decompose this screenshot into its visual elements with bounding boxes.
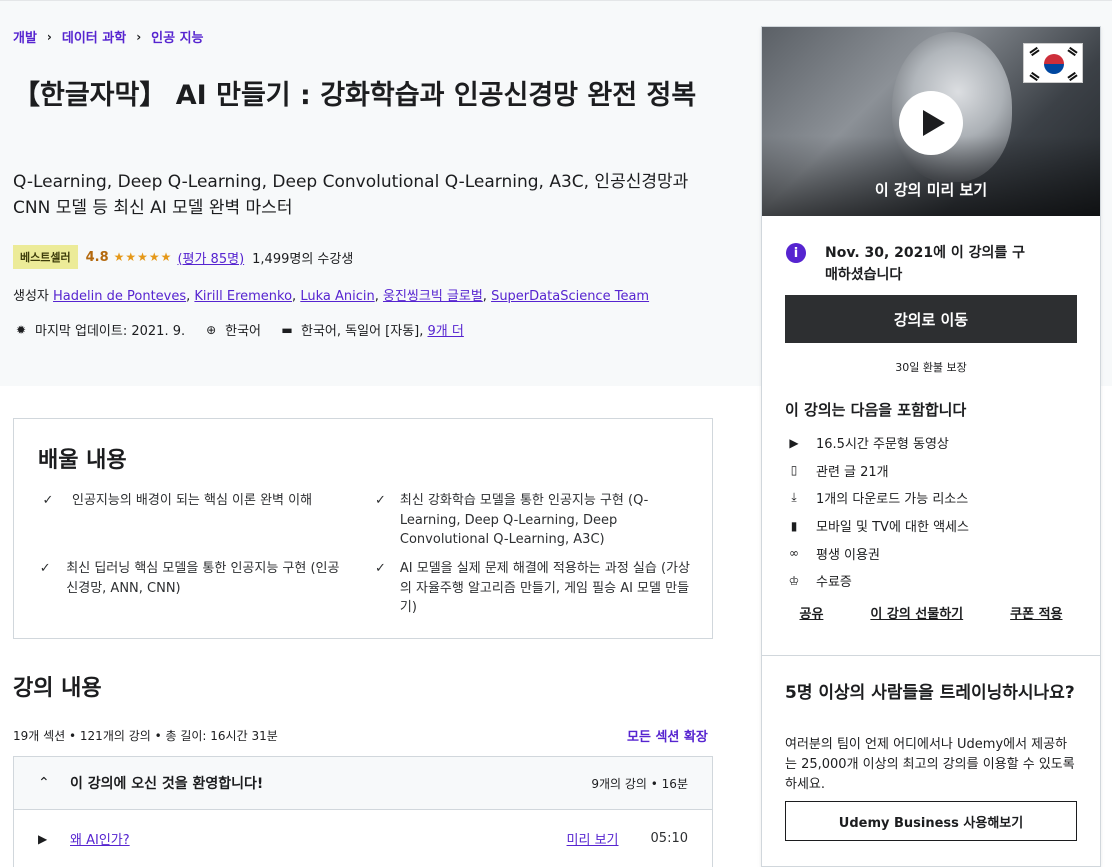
- course-subtitle: Q-Learning, Deep Q-Learning, Deep Convol…: [13, 172, 689, 218]
- download-icon: ⤓: [791, 490, 797, 505]
- course-content-stats: 19개 섹션 • 121개의 강의 • 총 길이: 16시간 31분: [13, 729, 278, 743]
- learn-item: ✓ 최신 강화학습 모델을 통한 인공지능 구현 (Q-Learning, Dee…: [375, 491, 690, 550]
- course-language: 한국어: [225, 324, 262, 339]
- created-by-label: 생성자: [13, 289, 49, 304]
- share-button[interactable]: 공유: [799, 603, 823, 622]
- includes-item: ∞ 평생 이용권: [785, 539, 969, 567]
- includes-list: ▶ 16.5시간 주문형 동영상 ▯ 관련 글 21개 ⤓ 1개의 다운로드 가능 리…: [785, 429, 969, 595]
- business-title: 5명 이상의 사람들을 트레이닝하시나요?: [785, 683, 1075, 703]
- chevron-up-icon: ⌃: [38, 775, 50, 791]
- learn-item: ✓ 인공지능의 배경이 되는 핵심 이론 완벽 이해: [38, 491, 343, 511]
- business-text: 여러분의 팀이 언제 어디에서나 Udemy에서 제공하는 25,000개 이상…: [785, 737, 1075, 792]
- info-icon: i: [786, 243, 806, 263]
- caption-languages: 한국어, 독일어 [자동],: [301, 324, 424, 339]
- check-icon: ✓: [39, 561, 51, 576]
- check-icon: ✓: [375, 561, 386, 576]
- course-preview[interactable]: 이 강의 미리 보기: [762, 27, 1100, 216]
- expand-all-sections-button[interactable]: 모든 섹션 확장: [627, 726, 708, 745]
- gift-course-button[interactable]: 이 강의 선물하기: [870, 603, 963, 622]
- go-to-course-button[interactable]: 강의로 이동: [785, 295, 1077, 343]
- instructor-list: 생성자 Hadelin de Ponteves, Kirill Eremenko…: [13, 289, 650, 304]
- play-icon[interactable]: [899, 91, 963, 155]
- breadcrumb-item-ai[interactable]: 인공 지능: [151, 27, 203, 46]
- try-business-button[interactable]: Udemy Business 사용해보기: [785, 801, 1077, 841]
- what-you-learn: 배울 내용 ✓ 인공지능의 배경이 되는 핵심 이론 완벽 이해 ✓ 최신 강화학습…: [13, 418, 713, 639]
- apply-coupon-button[interactable]: 쿠폰 적용: [1010, 603, 1062, 622]
- purchase-sidebar: 이 강의 미리 보기 i Nov. 30, 2021에 이 강의를 구매하셨습니…: [761, 26, 1101, 867]
- check-icon: ✓: [42, 493, 54, 508]
- mobile-icon: ▮: [790, 518, 798, 533]
- instructor-link[interactable]: Kirill Eremenko: [194, 289, 292, 304]
- includes-item: ▶ 16.5시간 주문형 동영상: [785, 429, 969, 457]
- bestseller-badge: 베스트셀러: [13, 245, 78, 269]
- student-count: 1,499명의 수강생: [252, 251, 354, 267]
- star-rating-icon: ★★★★★: [113, 250, 173, 264]
- globe-icon: ⊕: [206, 322, 217, 337]
- learn-title: 배울 내용: [38, 448, 127, 473]
- lecture-duration: 05:10: [650, 831, 688, 846]
- breadcrumb-item-dev[interactable]: 개발: [13, 27, 37, 46]
- last-updated: 마지막 업데이트: 2021. 9.: [35, 324, 186, 339]
- refund-guarantee: 30일 환불 보장: [895, 361, 967, 374]
- instructor-link[interactable]: 웅진씽크빅 글로벌: [383, 289, 483, 304]
- purchase-date-text: Nov. 30, 2021에 이 강의를 구매하셨습니다: [825, 245, 1026, 283]
- includes-item: ♔ 수료증: [785, 567, 969, 595]
- learn-item: ✓ 최신 딥러닝 핵심 모델을 통한 인공지능 구현 (인공신경망, ANN, C…: [38, 559, 343, 598]
- lecture-row: ▶ 왜 AI인가? 미리 보기 05:10: [13, 810, 713, 867]
- learn-item: ✓ AI 모델을 실제 문제 해결에 적용하는 과정 실습 (가상의 자율주행 알…: [375, 559, 690, 618]
- chevron-right-icon: ›: [136, 29, 142, 44]
- sidebar-actions: 공유 이 강의 선물하기 쿠폰 적용: [762, 603, 1100, 622]
- instructor-link[interactable]: SuperDataScience Team: [491, 289, 649, 304]
- korea-flag-icon: [1023, 43, 1083, 83]
- course-meta: ✹ 마지막 업데이트: 2021. 9. ⊕ 한국어 ▬ 한국어, 독일어 [자…: [13, 320, 482, 340]
- alert-badge-icon: ✹: [15, 322, 27, 337]
- course-content-title: 강의 내용: [13, 676, 102, 701]
- includes-item: ▯ 관련 글 21개: [785, 457, 969, 485]
- includes-item: ▮ 모바일 및 TV에 대한 액세스: [785, 512, 969, 540]
- includes-item: ⤓ 1개의 다운로드 가능 리소스: [785, 484, 969, 512]
- section-title: 이 강의에 오신 것을 환영합니다!: [70, 776, 264, 792]
- trophy-icon: ♔: [788, 573, 800, 588]
- instructor-link[interactable]: Luka Anicin: [300, 289, 374, 304]
- lecture-title-link[interactable]: 왜 AI인가?: [70, 829, 567, 848]
- instructor-link[interactable]: Hadelin de Ponteves: [53, 289, 186, 304]
- section-header[interactable]: ⌃ 이 강의에 오신 것을 환영합니다! 9개의 강의 • 16분: [13, 756, 713, 810]
- course-title: 【한글자막】 AI 만들기 : 강화학습과 인공신경망 완전 정복: [13, 80, 697, 111]
- video-icon: ▶: [38, 831, 48, 846]
- includes-title: 이 강의는 다음을 포함합니다: [785, 401, 967, 419]
- infinity-icon: ∞: [789, 546, 799, 561]
- purchase-notice: i Nov. 30, 2021에 이 강의를 구매하셨습니다: [786, 242, 1035, 286]
- rating-count-link[interactable]: (평가 85명): [177, 248, 244, 267]
- preview-label: 이 강의 미리 보기: [874, 181, 988, 199]
- breadcrumb: 개발 › 데이터 과학 › 인공 지능: [13, 27, 204, 47]
- video-icon: ▶: [789, 435, 799, 450]
- breadcrumb-item-data-science[interactable]: 데이터 과학: [62, 27, 126, 46]
- captions-icon: ▬: [281, 322, 293, 337]
- chevron-right-icon: ›: [46, 29, 52, 44]
- lecture-preview-link[interactable]: 미리 보기: [567, 829, 619, 848]
- more-captions-link[interactable]: 9개 더: [428, 320, 464, 339]
- section-meta: 9개의 강의 • 16분: [591, 776, 688, 791]
- rating-value: 4.8: [85, 249, 109, 265]
- rating-row: 베스트셀러 4.8 ★★★★★ (평가 85명) 1,499명의 수강생: [13, 245, 353, 269]
- file-icon: ▯: [790, 463, 798, 478]
- check-icon: ✓: [375, 493, 386, 508]
